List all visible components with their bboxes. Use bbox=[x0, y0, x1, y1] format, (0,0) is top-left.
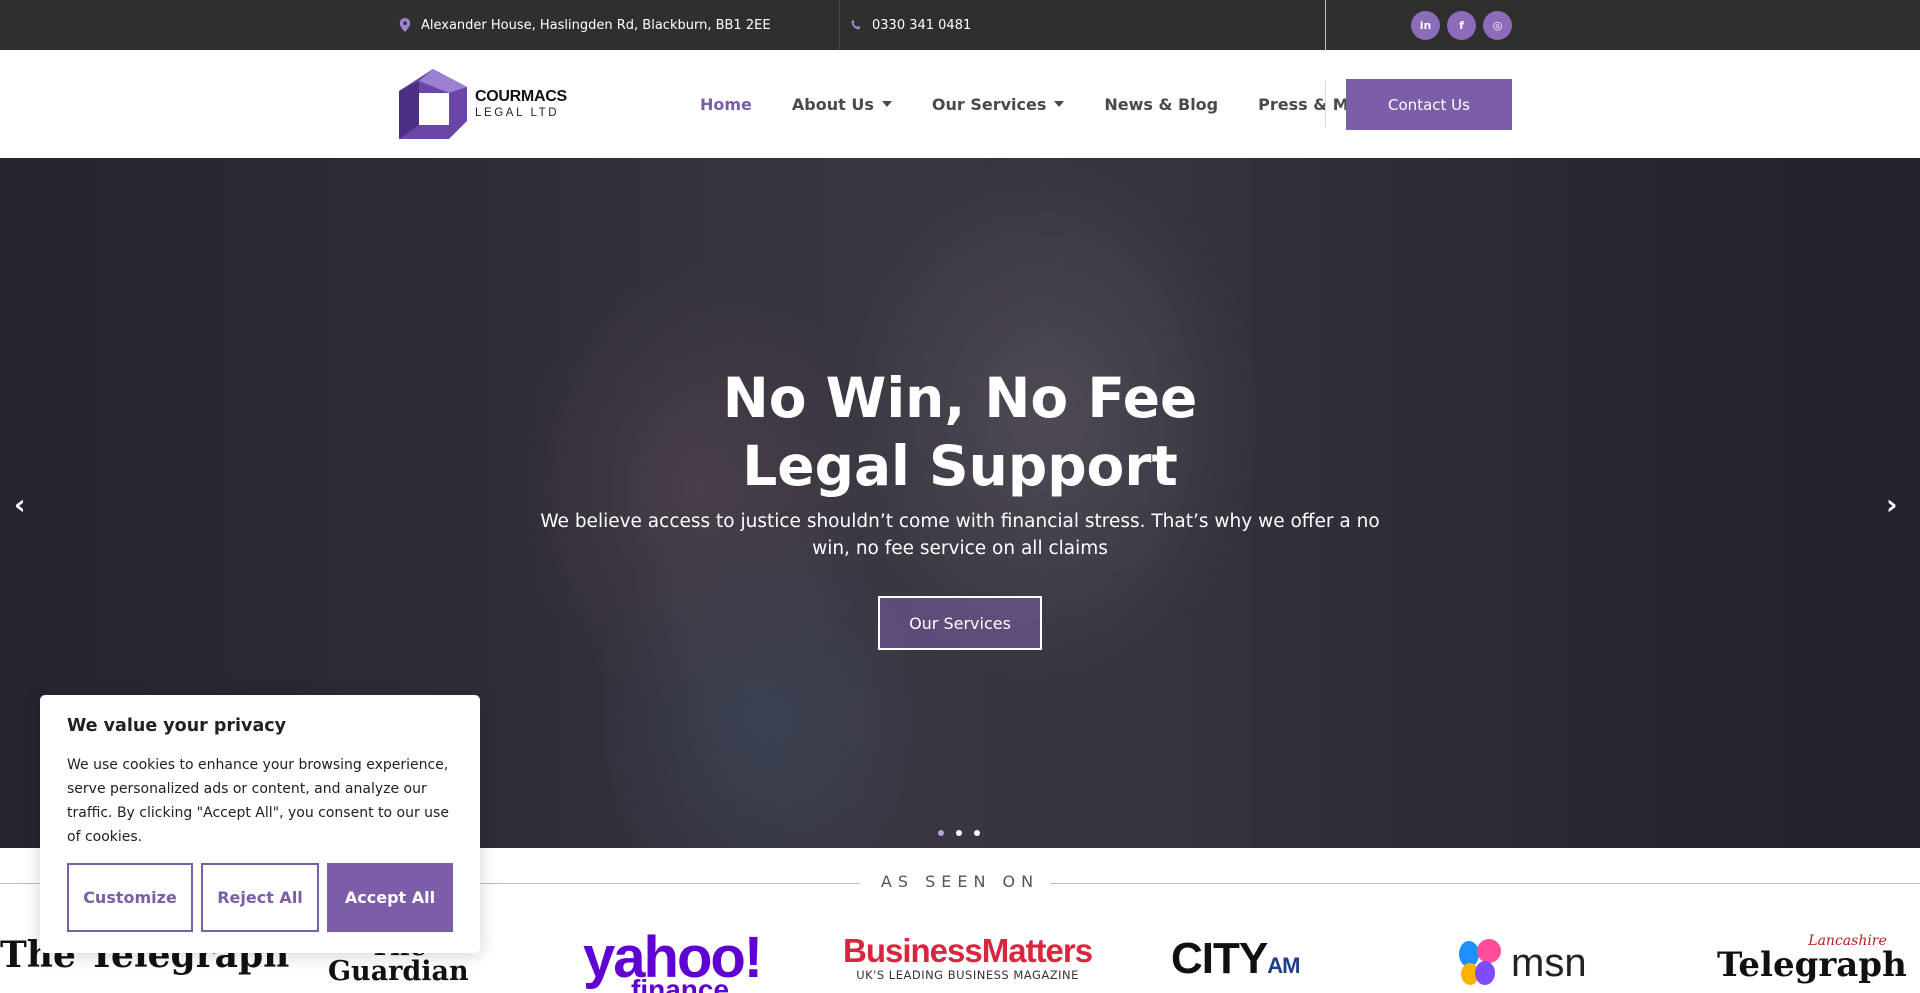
cookie-consent-banner: We value your privacy We use cookies to … bbox=[40, 695, 480, 953]
nav-divider bbox=[1325, 81, 1326, 127]
nav-news-label: News & Blog bbox=[1104, 94, 1219, 114]
facebook-icon[interactable]: f bbox=[1447, 11, 1476, 40]
chevron-right-icon[interactable]: › bbox=[1886, 488, 1898, 521]
city-am-logo: CITYAM bbox=[1171, 934, 1300, 993]
reject-all-button[interactable]: Reject All bbox=[201, 863, 319, 932]
brand-line2: LEGAL LTD bbox=[475, 106, 560, 119]
linkedin-icon[interactable]: in bbox=[1411, 11, 1440, 40]
am-text: AM bbox=[1267, 953, 1300, 978]
hero-title-line2: Legal Support bbox=[742, 434, 1178, 498]
accept-all-button[interactable]: Accept All bbox=[327, 863, 453, 932]
bm-subtitle: UK'S LEADING BUSINESS MAGAZINE bbox=[856, 968, 1079, 982]
divider bbox=[839, 0, 840, 50]
our-services-button[interactable]: Our Services bbox=[878, 596, 1042, 650]
bm-title: BusinessMatters bbox=[843, 932, 1093, 969]
yahoo-finance-text: finance bbox=[631, 974, 730, 993]
brand-name: COURMACS LEGAL LTD bbox=[475, 87, 567, 120]
msn-logo: msn bbox=[1457, 934, 1587, 993]
address: Alexander House, Haslingden Rd, Blackbur… bbox=[399, 0, 771, 50]
top-bar: Alexander House, Haslingden Rd, Blackbur… bbox=[0, 0, 1920, 50]
chevron-down-icon bbox=[1054, 101, 1065, 107]
cookie-text: We use cookies to enhance your browsing … bbox=[67, 757, 449, 845]
nav-services-label: Our Services bbox=[931, 94, 1047, 114]
logo-mark bbox=[399, 69, 467, 139]
lt-main: Telegraph bbox=[1717, 945, 1907, 985]
nav-news-blog[interactable]: News & Blog bbox=[1104, 95, 1218, 114]
customize-button[interactable]: Customize bbox=[67, 863, 193, 932]
lancashire-telegraph-logo: Lancashire Telegraph bbox=[1717, 934, 1907, 993]
phone-icon bbox=[851, 19, 861, 30]
chevron-down-icon bbox=[881, 101, 892, 107]
city-text: CITY bbox=[1171, 934, 1268, 983]
brand-line1: COURMACS bbox=[475, 87, 567, 105]
site-header: COURMACS LEGAL LTD Home About Us Our Ser… bbox=[0, 50, 1920, 158]
main-nav: Home About Us Our Services News & Blog P… bbox=[700, 50, 1427, 158]
hero-title: No Win, No Fee Legal Support bbox=[0, 364, 1920, 500]
logo[interactable]: COURMACS LEGAL LTD bbox=[399, 69, 567, 139]
msn-butterfly-icon bbox=[1457, 938, 1505, 989]
nav-about-label: About Us bbox=[791, 94, 874, 114]
slider-dot[interactable] bbox=[938, 830, 944, 836]
nav-home[interactable]: Home bbox=[700, 95, 752, 114]
divider bbox=[1325, 0, 1326, 50]
business-matters-logo: BusinessMatters UK'S LEADING BUSINESS MA… bbox=[843, 932, 1093, 993]
nav-about-us[interactable]: About Us bbox=[792, 95, 892, 114]
address-text: Alexander House, Haslingden Rd, Blackbur… bbox=[421, 17, 771, 33]
phone[interactable]: 0330 341 0481 bbox=[850, 0, 971, 50]
chevron-left-icon[interactable]: ‹ bbox=[14, 488, 26, 521]
hero-title-line1: No Win, No Fee bbox=[722, 366, 1198, 430]
map-pin-icon bbox=[399, 18, 411, 32]
slider-dots bbox=[938, 830, 980, 836]
phone-text[interactable]: 0330 341 0481 bbox=[872, 18, 971, 33]
guardian-line2: Guardian bbox=[328, 956, 469, 987]
slider-dot[interactable] bbox=[956, 830, 962, 836]
instagram-icon[interactable]: ◎ bbox=[1483, 11, 1512, 40]
social-links: in f ◎ bbox=[1411, 11, 1512, 40]
contact-us-button[interactable]: Contact Us bbox=[1346, 79, 1512, 130]
cookie-title: We value your privacy bbox=[67, 716, 287, 736]
yahoo-finance-logo: yahoo! finance bbox=[583, 924, 763, 993]
slider-dot[interactable] bbox=[974, 830, 980, 836]
msn-text: msn bbox=[1511, 941, 1587, 985]
nav-our-services[interactable]: Our Services bbox=[932, 95, 1065, 114]
nav-home-label: Home bbox=[700, 94, 752, 114]
hero-subtitle: We believe access to justice shouldn’t c… bbox=[540, 511, 1380, 559]
